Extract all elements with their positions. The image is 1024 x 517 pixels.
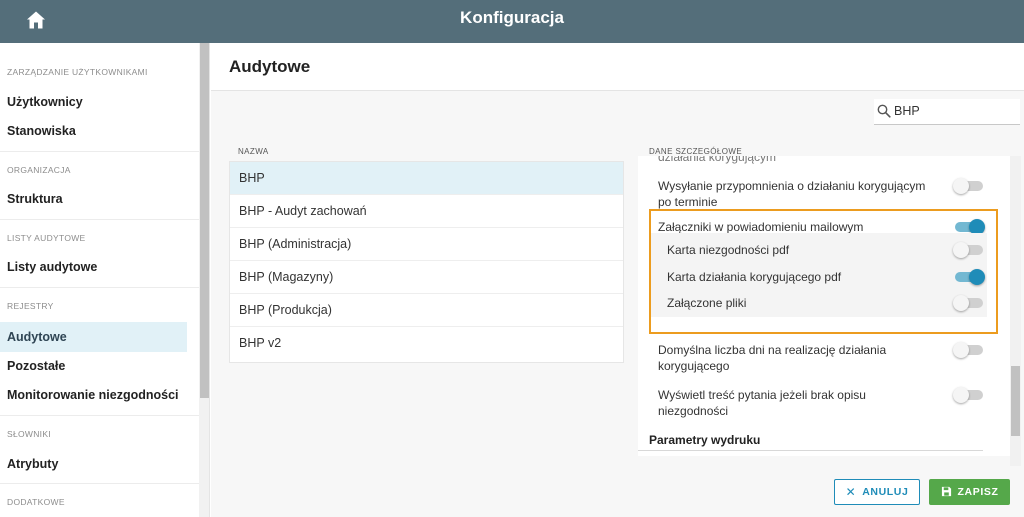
toggle-default-days[interactable] [953, 341, 983, 359]
save-button[interactable]: ZAPISZ [929, 479, 1010, 505]
sidebar-scrollbar[interactable] [199, 43, 209, 517]
setting-label-reminder: Wysyłanie przypomnienia o działaniu kory… [658, 179, 926, 209]
list-item[interactable]: BHP [230, 162, 623, 195]
cancel-button[interactable]: ✕ ANULUJ [834, 479, 920, 505]
sidebar-section-audit-lists: LISTY AUDYTOWE [7, 233, 86, 243]
sidebar-item-audit[interactable]: Audytowe [0, 322, 187, 352]
sidebar-divider [0, 415, 199, 416]
list-item[interactable]: BHP (Magazyny) [230, 261, 623, 294]
details-scrollbar[interactable] [1010, 156, 1021, 466]
sidebar-item-other[interactable]: Pozostałe [0, 351, 187, 381]
clipped-setting-label: działania korygującym [658, 156, 777, 164]
sidebar-section-organization: ORGANIZACJA [7, 165, 71, 175]
sidebar-section-dictionaries: SŁOWNIKI [7, 429, 51, 439]
search-icon [877, 104, 891, 118]
app-title: Konfiguracja [460, 8, 564, 27]
save-button-label: ZAPISZ [957, 486, 999, 498]
page-title: Audytowe [229, 57, 311, 76]
list-item[interactable]: BHP v2 [230, 327, 623, 360]
print-parameters-heading: Parametry wydruku [649, 433, 761, 447]
sidebar-item-structure[interactable]: Struktura [0, 184, 187, 214]
list-item[interactable]: BHP (Administracja) [230, 228, 623, 261]
setting-label-show-question: Wyświetl treść pytania jeżeli brak opisu… [658, 388, 866, 418]
list-item[interactable]: BHP - Audyt zachowań [230, 195, 623, 228]
details-scrollbar-thumb[interactable] [1011, 366, 1020, 436]
print-parameters-divider [638, 450, 983, 451]
sidebar-section-user-management: ZARZĄDZANIE UŻYTKOWNIKAMI [7, 67, 148, 77]
top-bar: Konfiguracja [0, 0, 1024, 43]
search-input[interactable] [894, 101, 1014, 121]
list-item[interactable]: BHP (Produkcja) [230, 294, 623, 327]
sidebar-section-registers: REJESTRY [7, 301, 54, 311]
list-column-header: NAZWA [238, 147, 269, 156]
toggle-reminder[interactable] [953, 177, 983, 195]
search-box[interactable] [874, 99, 1020, 125]
details-column-header: DANE SZCZEGÓŁOWE [649, 147, 743, 156]
sidebar-item-users[interactable]: Użytkownicy [0, 87, 187, 117]
close-icon: ✕ [845, 485, 857, 499]
audit-list: BHP BHP - Audyt zachowań BHP (Administra… [229, 161, 624, 363]
highlight-frame [649, 209, 998, 334]
sidebar-item-positions[interactable]: Stanowiska [0, 116, 187, 146]
page-header: Audytowe [211, 43, 1024, 91]
sidebar-item-audit-lists[interactable]: Listy audytowe [0, 252, 187, 282]
sidebar-divider [0, 219, 199, 220]
cancel-button-label: ANULUJ [862, 486, 909, 498]
sidebar: ZARZĄDZANIE UŻYTKOWNIKAMI Użytkownicy St… [0, 43, 210, 517]
sidebar-divider [0, 151, 199, 152]
sidebar-divider [0, 483, 199, 484]
sidebar-divider [0, 287, 199, 288]
sidebar-item-attributes[interactable]: Atrybuty [0, 449, 187, 479]
sidebar-section-additional: DODATKOWE [7, 497, 65, 507]
floppy-disk-icon [941, 480, 952, 504]
setting-label-default-days: Domyślna liczba dni na realizację działa… [658, 343, 887, 373]
sidebar-item-nonconformity-monitoring[interactable]: Monitorowanie niezgodności [0, 380, 187, 410]
toggle-show-question[interactable] [953, 386, 983, 404]
sidebar-scrollbar-thumb[interactable] [200, 43, 209, 398]
